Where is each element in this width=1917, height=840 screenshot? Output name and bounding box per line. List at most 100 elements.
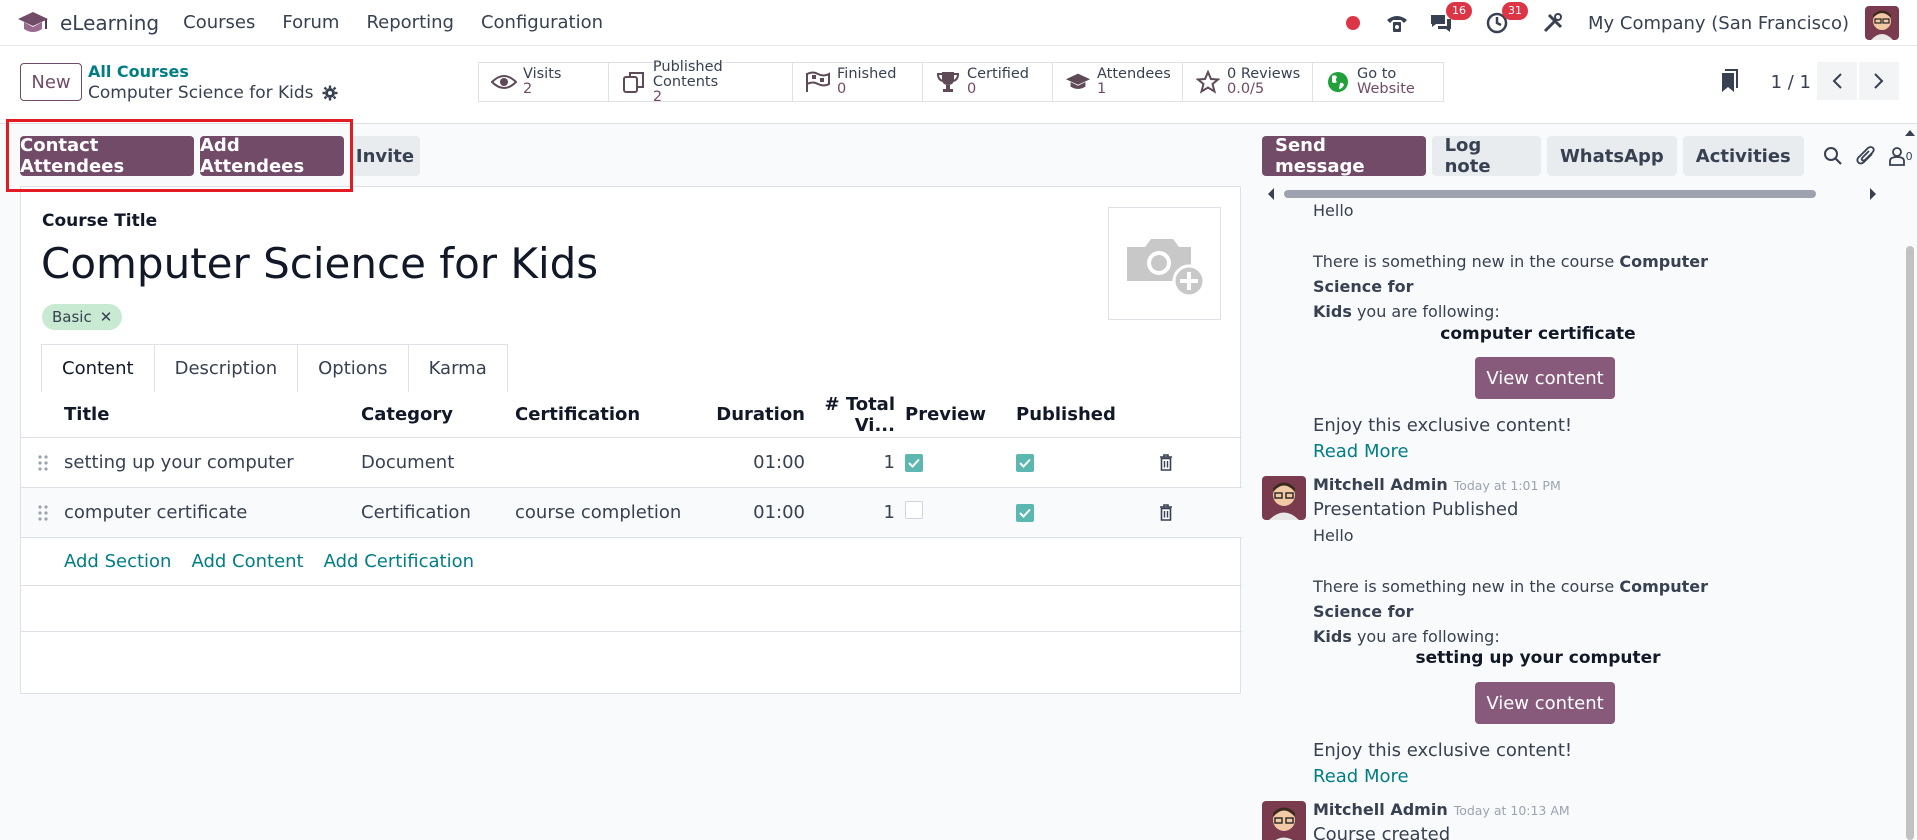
stat-reviews[interactable]: 0 Reviews 0.0/5 [1183, 63, 1313, 101]
row-views: 1 [883, 452, 895, 473]
preview-checkbox[interactable] [905, 454, 923, 472]
stat-attendees[interactable]: Attendees 1 [1053, 63, 1183, 101]
eye-icon [491, 69, 517, 95]
trash-icon[interactable] [1136, 454, 1196, 471]
stat-finished[interactable]: Finished 0 [793, 63, 923, 101]
control-panel: New All Courses Computer Science for Kid… [0, 46, 1917, 124]
pager-counter[interactable]: 1 / 1 [1771, 72, 1811, 93]
table-row[interactable]: computer certificate Certification cours… [21, 488, 1242, 538]
stat-attendees-label: Attendees [1097, 66, 1171, 82]
stat-certified[interactable]: Certified 0 [923, 63, 1053, 101]
add-line-links: Add Section Add Content Add Certificatio… [21, 538, 1242, 586]
drag-handle-icon[interactable] [21, 454, 64, 472]
invite-button[interactable]: Invite [350, 136, 420, 176]
vertical-scrollbar[interactable] [1903, 124, 1917, 840]
chevron-right-icon[interactable] [1859, 62, 1899, 100]
menu-courses[interactable]: Courses [183, 12, 255, 33]
tab-content[interactable]: Content [41, 344, 154, 392]
published-checkbox[interactable] [1016, 504, 1034, 522]
breadcrumb-current-label: Computer Science for Kids [88, 83, 314, 103]
tag-label: Basic [52, 308, 92, 326]
send-message-button[interactable]: Send message [1262, 135, 1426, 177]
message-intro-post: you are following: [1351, 302, 1500, 321]
tab-karma[interactable]: Karma [407, 344, 508, 392]
stat-go-to-website[interactable]: Go to Website [1313, 63, 1443, 101]
activities-button[interactable]: Activities [1682, 136, 1804, 176]
message-intro: There is something new in the course Com… [1313, 249, 1763, 324]
col-preview[interactable]: Preview [905, 404, 1016, 425]
message-author: Mitchell Admin Today at 1:01 PM [1313, 475, 1561, 494]
read-more-link[interactable]: Read More [1313, 441, 1409, 462]
message-content-name: setting up your computer [1415, 648, 1661, 668]
stat-finished-value: 0 [837, 81, 847, 97]
phone-icon[interactable] [1380, 6, 1414, 40]
scroll-left-icon[interactable] [1266, 187, 1276, 201]
menu-configuration[interactable]: Configuration [481, 12, 603, 33]
scrollbar-thumb[interactable] [1284, 190, 1816, 198]
recording-dot-icon[interactable] [1336, 6, 1370, 40]
col-certification[interactable]: Certification [515, 404, 715, 425]
stat-visits-value: 2 [523, 81, 533, 97]
company-switcher[interactable]: My Company (San Francisco) [1588, 13, 1849, 34]
col-title[interactable]: Title [64, 404, 361, 425]
content-table: Title Category Certification Duration # … [21, 392, 1242, 632]
view-content-button[interactable]: View content [1475, 357, 1615, 399]
menu-reporting[interactable]: Reporting [366, 12, 454, 33]
activities-clock-icon[interactable]: 31 [1480, 2, 1529, 40]
read-more-link[interactable]: Read More [1313, 766, 1409, 787]
star-icon [1195, 69, 1221, 95]
tools-icon[interactable] [1536, 6, 1570, 40]
message-enjoy: Enjoy this exclusive content! [1313, 415, 1573, 436]
tab-options[interactable]: Options [297, 344, 408, 392]
col-total-views[interactable]: # Total Vi... [805, 394, 905, 436]
tab-description[interactable]: Description [153, 344, 298, 392]
log-note-button[interactable]: Log note [1431, 135, 1541, 177]
col-published[interactable]: Published [1016, 404, 1136, 425]
chevron-left-icon[interactable] [1817, 62, 1857, 100]
add-content-link[interactable]: Add Content [191, 551, 303, 572]
horizontal-scrollbar[interactable] [1266, 186, 1878, 200]
add-certification-link[interactable]: Add Certification [324, 551, 474, 572]
breadcrumb-parent[interactable]: All Courses [88, 62, 189, 81]
stat-published-contents[interactable]: Published Contents 2 [609, 59, 793, 104]
published-checkbox[interactable] [1016, 454, 1034, 472]
scroll-up-icon[interactable] [1904, 128, 1916, 138]
search-icon[interactable] [1816, 138, 1850, 174]
drag-handle-icon[interactable] [21, 504, 64, 522]
table-header: Title Category Certification Duration # … [21, 392, 1242, 438]
scroll-right-icon[interactable] [1868, 187, 1878, 201]
col-duration[interactable]: Duration [715, 404, 805, 425]
view-content-button[interactable]: View content [1475, 682, 1615, 724]
bookmark-icon[interactable] [1719, 68, 1739, 99]
stat-reviews-label: 0 Reviews [1227, 66, 1301, 82]
course-image-upload[interactable] [1108, 207, 1221, 320]
breadcrumb-current: Computer Science for Kids [88, 83, 338, 103]
stat-visits[interactable]: Visits 2 [479, 63, 609, 101]
trophy-icon [935, 69, 961, 95]
stat-attendees-value: 1 [1097, 81, 1107, 97]
brand[interactable]: eLearning [16, 6, 159, 40]
whatsapp-button[interactable]: WhatsApp [1546, 136, 1677, 176]
course-title-input[interactable]: Computer Science for Kids [41, 239, 598, 288]
paperclip-icon[interactable] [1850, 138, 1884, 174]
message-hello: Hello [1313, 526, 1354, 545]
message-course-name-2: Kids [1313, 627, 1352, 646]
row-certification: course completion [515, 502, 682, 523]
new-button[interactable]: New [20, 63, 82, 101]
tag-remove-icon[interactable]: ✕ [100, 308, 113, 326]
table-row[interactable]: setting up your computer Document 01:00 … [21, 438, 1242, 488]
globe-icon [1325, 69, 1351, 95]
gear-icon[interactable] [322, 85, 338, 101]
user-avatar[interactable] [1865, 6, 1899, 40]
trash-icon[interactable] [1136, 504, 1196, 521]
systray: 16 31 My Company (San Francisco) [1336, 0, 1917, 46]
author-avatar[interactable] [1262, 801, 1306, 840]
add-section-link[interactable]: Add Section [64, 551, 171, 572]
messages-icon[interactable]: 16 [1424, 2, 1473, 40]
stat-finished-label: Finished [837, 66, 897, 82]
menu-forum[interactable]: Forum [282, 12, 339, 33]
author-avatar[interactable] [1262, 476, 1306, 520]
col-category[interactable]: Category [361, 404, 515, 425]
preview-checkbox[interactable] [905, 501, 923, 519]
vertical-scrollbar-thumb[interactable] [1906, 246, 1914, 840]
